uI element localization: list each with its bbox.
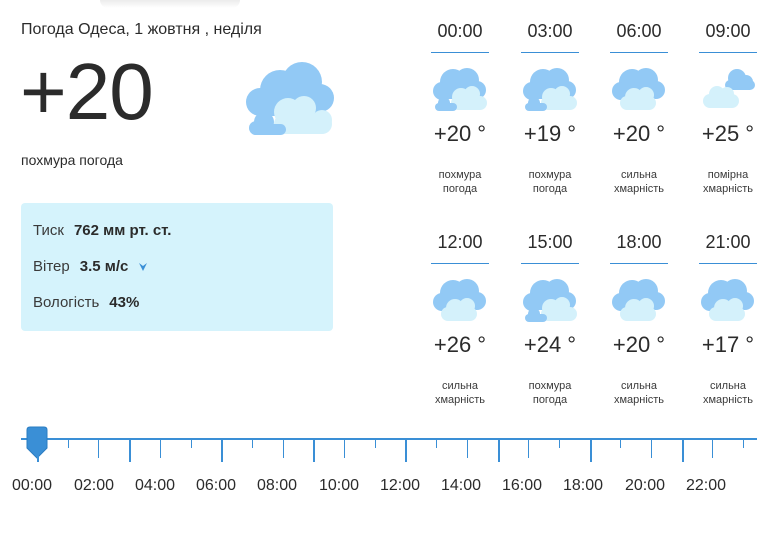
time-slider-tick (405, 440, 408, 462)
hour-divider (431, 263, 489, 264)
time-label[interactable]: 12:00 (380, 477, 420, 495)
hour-time: 09:00 (705, 21, 751, 41)
humidity-label: Вологість (33, 294, 100, 311)
page-title: Погода Одеса, 1 жовтня , неділя (21, 21, 262, 38)
time-label[interactable]: 00:00 (12, 477, 52, 495)
humidity-row: Вологість 43% (33, 294, 139, 311)
time-slider-track[interactable] (21, 438, 757, 440)
time-label[interactable]: 10:00 (319, 477, 359, 495)
time-slider-tick (497, 440, 500, 462)
hour-temperature: +26 ° (433, 332, 487, 357)
time-label[interactable]: 16:00 (502, 477, 542, 495)
top-shadow-decoration (100, 0, 240, 8)
pressure-value: 762 мм рт. ст. (73, 222, 172, 239)
time-slider-tick (67, 440, 69, 448)
time-slider-tick (129, 440, 132, 462)
overcast-clouds-icon (523, 279, 577, 322)
wind-row: Вітер 3.5 м/с (33, 258, 148, 275)
time-slider-tick (344, 440, 345, 458)
hour-divider (610, 52, 668, 53)
hour-temperature: +20 ° (612, 121, 666, 146)
weather-details-panel: Тиск 762 мм рт. ст. Вітер 3.5 м/с Вологі… (21, 203, 333, 331)
time-slider-tick (681, 440, 684, 462)
hour-condition: похмура погода (528, 380, 572, 406)
time-slider-tick (620, 440, 622, 448)
pressure-row: Тиск 762 мм рт. ст. (33, 222, 171, 239)
hour-divider (699, 52, 757, 53)
hour-divider (521, 263, 579, 264)
wind-value: 3.5 м/с (79, 258, 129, 275)
time-label[interactable]: 18:00 (563, 477, 603, 495)
time-slider-tick (651, 440, 652, 458)
time-slider-tick (436, 440, 438, 448)
hour-time: 06:00 (616, 21, 662, 41)
hour-time: 15:00 (527, 232, 573, 252)
time-slider-tick (743, 440, 745, 448)
time-slider-tick (159, 440, 161, 458)
hour-divider (699, 263, 757, 264)
time-slider-tick (558, 440, 560, 448)
time-slider[interactable] (21, 426, 757, 476)
time-label[interactable]: 14:00 (441, 477, 481, 495)
current-condition: похмура погода (21, 152, 123, 168)
wind-label: Вітер (33, 258, 70, 275)
time-slider-tick (190, 440, 192, 448)
heavy-clouds-icon (612, 279, 665, 321)
time-slider-tick (313, 440, 316, 462)
time-label[interactable]: 08:00 (257, 477, 297, 495)
heavy-clouds-icon (612, 68, 665, 110)
wind-direction-arrow-icon (139, 262, 148, 271)
hour-temperature: +20 ° (433, 121, 487, 146)
hour-temperature: +20 ° (612, 332, 666, 357)
hour-time: 18:00 (616, 232, 662, 252)
hour-condition: помірна хмарність (702, 169, 754, 195)
hour-time: 00:00 (437, 21, 483, 41)
time-label[interactable]: 22:00 (686, 477, 726, 495)
overcast-clouds-icon (523, 68, 577, 111)
hour-time: 03:00 (527, 21, 573, 41)
overcast-clouds-icon (246, 62, 334, 135)
time-slider-tick (712, 440, 714, 458)
hour-divider (521, 52, 579, 53)
time-slider-tick (589, 440, 592, 462)
time-slider-tick (221, 440, 224, 462)
time-slider-tick (374, 440, 376, 448)
time-slider-tick (98, 440, 100, 458)
time-slider-tick (466, 440, 468, 458)
current-temperature: +20 (20, 47, 154, 136)
hour-condition: сильна хмарність (613, 169, 665, 195)
time-label[interactable]: 04:00 (135, 477, 175, 495)
hour-divider (431, 52, 489, 53)
heavy-clouds-icon (701, 279, 754, 321)
hour-divider (610, 263, 668, 264)
hour-temperature: +25 ° (701, 121, 755, 146)
hour-time: 12:00 (437, 232, 483, 252)
time-label[interactable]: 02:00 (74, 477, 114, 495)
hour-temperature: +17 ° (701, 332, 755, 357)
hour-temperature: +24 ° (523, 332, 577, 357)
time-slider-tick (528, 440, 530, 458)
overcast-clouds-icon (433, 68, 487, 111)
time-slider-tick (37, 440, 39, 462)
heavy-clouds-icon (433, 279, 486, 321)
pressure-label: Тиск (33, 222, 64, 239)
hour-condition: сильна хмарність (613, 380, 665, 406)
time-slider-tick (282, 440, 284, 458)
hour-condition: сильна хмарність (434, 380, 486, 406)
time-slider-tick (251, 440, 253, 448)
hour-time: 21:00 (705, 232, 751, 252)
hour-condition: похмура погода (438, 169, 482, 195)
hour-temperature: +19 ° (523, 121, 577, 146)
humidity-value: 43% (109, 294, 140, 311)
time-label[interactable]: 06:00 (196, 477, 236, 495)
moderate-clouds-icon (703, 69, 755, 108)
hour-condition: сильна хмарність (702, 380, 754, 406)
time-label[interactable]: 20:00 (625, 477, 665, 495)
hour-condition: похмура погода (528, 169, 572, 195)
